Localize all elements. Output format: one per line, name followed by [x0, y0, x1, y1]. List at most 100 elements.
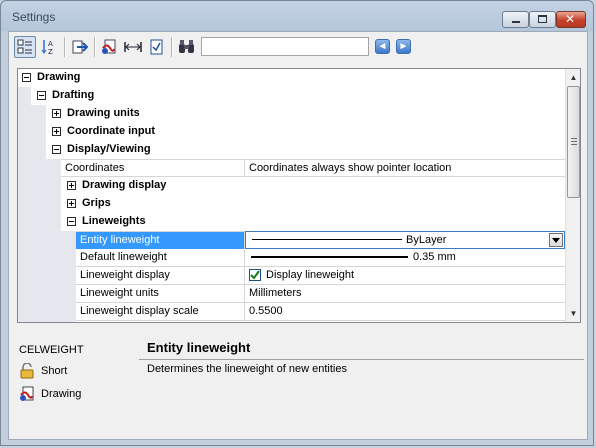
- lineweight-sample: [252, 239, 402, 240]
- tree-node-display-viewing[interactable]: Display/Viewing: [18, 141, 565, 159]
- drawing-settings-button[interactable]: [98, 36, 120, 58]
- expand-icon[interactable]: [67, 199, 76, 208]
- description-title: Entity lineweight: [147, 340, 251, 355]
- expand-icon[interactable]: [52, 109, 61, 118]
- description-text: Determines the lineweight of new entitie…: [147, 363, 347, 375]
- property-name-cell: Coordinates: [61, 160, 245, 177]
- find-button[interactable]: [176, 36, 198, 58]
- checkmark-icon: [250, 270, 260, 280]
- property-value: Coordinates always show pointer location: [249, 162, 452, 174]
- property-value-cell[interactable]: Coordinates always show pointer location: [245, 160, 565, 177]
- checklist-button[interactable]: [146, 36, 168, 58]
- indent-shade: [18, 87, 31, 105]
- svg-text:Z: Z: [48, 48, 53, 55]
- binoculars-find-icon: [179, 40, 194, 53]
- lineweight-combobox[interactable]: ByLayer: [245, 231, 565, 249]
- property-row-coordinates[interactable]: Coordinates Coordinates always show poin…: [61, 159, 565, 177]
- property-name: Lineweight display scale: [80, 305, 199, 317]
- chevron-down-icon: [552, 237, 560, 243]
- lock-icon: [20, 363, 34, 379]
- property-name-cell: Lineweight units: [76, 285, 245, 302]
- categorized-view-button[interactable]: [14, 36, 36, 58]
- scrollbar-thumb[interactable]: [567, 86, 580, 198]
- indent-shade: [18, 141, 46, 159]
- alphabetical-view-button[interactable]: A Z: [38, 36, 60, 58]
- command-name: CELWEIGHT: [19, 344, 84, 356]
- maximize-icon: [538, 15, 547, 23]
- previous-result-button[interactable]: ◄: [375, 39, 390, 54]
- property-name: Entity lineweight: [80, 234, 160, 246]
- tree-node-label: Lineweights: [82, 215, 146, 227]
- tree-node-drawing[interactable]: Drawing: [18, 69, 565, 87]
- expand-icon[interactable]: [67, 181, 76, 190]
- property-value-cell[interactable]: 0.5500: [245, 303, 565, 320]
- collapse-icon[interactable]: [52, 145, 61, 154]
- property-name-cell: Lineweight display: [76, 267, 245, 284]
- scope-short-label: Short: [41, 365, 68, 377]
- property-name: Coordinates: [65, 162, 125, 174]
- collapse-icon[interactable]: [37, 91, 46, 100]
- next-result-button[interactable]: ►: [396, 39, 411, 54]
- property-row-lineweight-display[interactable]: Lineweight display Display lineweight: [76, 267, 565, 285]
- settings-client-area: A Z ◄ ► Drawing Drafting Drawing units C…: [8, 31, 588, 440]
- settings-tree-grid: Drawing Drafting Drawing units Coordinat…: [17, 68, 581, 323]
- display-lineweight-checkbox[interactable]: [249, 269, 261, 281]
- property-name-cell: Lineweight display scale: [76, 303, 245, 320]
- tree-node-label: Drawing units: [67, 107, 140, 119]
- alphabetical-view-icon: A Z: [41, 40, 53, 55]
- minimize-button[interactable]: [502, 11, 529, 28]
- scroll-up-icon[interactable]: ▲: [566, 69, 580, 86]
- title-bar[interactable]: Settings ✕: [1, 1, 595, 32]
- dropdown-button[interactable]: [549, 233, 563, 247]
- maximize-button[interactable]: [529, 11, 556, 28]
- property-value: Display lineweight: [266, 269, 355, 281]
- dimension-button[interactable]: [122, 36, 144, 58]
- indent-shade: [18, 177, 61, 195]
- indent-shade: [18, 159, 61, 177]
- tree-node-label: Drawing: [37, 71, 81, 83]
- categorized-view-icon: [17, 39, 32, 54]
- drawing-settings-icon: [102, 39, 116, 54]
- property-row-lineweight-display-scale[interactable]: Lineweight display scale 0.5500: [76, 303, 565, 321]
- window-title: Settings: [12, 10, 56, 24]
- property-row-entity-lineweight[interactable]: Entity lineweight ByLayer: [76, 231, 565, 249]
- toolbar-separator: [64, 37, 66, 57]
- property-value: Millimeters: [249, 287, 302, 299]
- export-icon: [72, 40, 88, 54]
- property-name-cell: Default lineweight: [76, 249, 245, 266]
- export-button[interactable]: [69, 36, 91, 58]
- settings-window: Settings ✕ A Z ◄ ► Drawing Drafting Draw…: [0, 0, 594, 446]
- property-row-lineweight-units[interactable]: Lineweight units Millimeters: [76, 285, 565, 303]
- tree-node-grips[interactable]: Grips: [18, 195, 565, 213]
- property-value-cell[interactable]: Display lineweight: [245, 267, 565, 284]
- tree-node-label: Coordinate input: [67, 125, 155, 137]
- property-name: Lineweight display: [80, 269, 170, 281]
- svg-text:A: A: [48, 40, 53, 48]
- tree-node-drawing-units[interactable]: Drawing units: [18, 105, 565, 123]
- scope-drawing-label: Drawing: [41, 388, 82, 400]
- property-row-default-lineweight[interactable]: Default lineweight 0.35 mm: [76, 249, 565, 267]
- minimize-icon: [512, 21, 520, 23]
- tree-node-lineweights[interactable]: Lineweights: [18, 213, 565, 231]
- arrow-right-icon: ►: [398, 41, 409, 52]
- property-name-cell: Entity lineweight: [76, 232, 245, 249]
- scroll-down-icon[interactable]: ▼: [566, 305, 580, 322]
- indent-shade: [18, 123, 46, 141]
- collapse-icon[interactable]: [22, 73, 31, 82]
- lineweight-sample: [251, 256, 408, 258]
- tree-node-drawing-display[interactable]: Drawing display: [18, 177, 565, 195]
- property-value: 0.35 mm: [413, 251, 456, 263]
- vertical-scrollbar[interactable]: ▲ ▼: [565, 69, 580, 322]
- tree-node-label: Display/Viewing: [67, 143, 151, 155]
- expand-icon[interactable]: [52, 127, 61, 136]
- search-input[interactable]: [201, 37, 369, 56]
- property-value-cell[interactable]: Millimeters: [245, 285, 565, 302]
- close-button[interactable]: ✕: [556, 11, 586, 28]
- collapse-icon[interactable]: [67, 217, 76, 226]
- property-value-cell[interactable]: 0.35 mm: [245, 249, 565, 266]
- tree-node-coordinate-input[interactable]: Coordinate input: [18, 123, 565, 141]
- toolbar-separator: [171, 37, 173, 57]
- close-icon: ✕: [565, 12, 576, 26]
- property-value: ByLayer: [406, 234, 447, 246]
- tree-node-drafting[interactable]: Drafting: [18, 87, 565, 105]
